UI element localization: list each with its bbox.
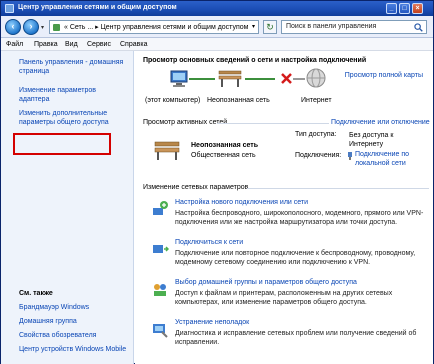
back-button[interactable]: ‹ — [5, 19, 21, 35]
internet-globe-icon — [306, 68, 326, 88]
connection-line-3 — [293, 78, 305, 80]
see-also-homegroup[interactable]: Домашняя группа — [19, 317, 77, 326]
task-description: Доступ к файлам и принтерам, расположенн… — [175, 290, 393, 306]
task-label[interactable]: Выбор домашней группы и параметров общег… — [175, 279, 357, 286]
access-type-value: Без доступа к Интернету — [349, 132, 394, 148]
search-icon[interactable] — [414, 23, 423, 32]
menu-bar: Файл Правка Вид Сервис Справка — [1, 38, 433, 51]
connections-label: Подключения: — [295, 152, 342, 159]
task-label[interactable]: Подключиться к сети — [175, 239, 243, 246]
address-field[interactable]: « Сеть ... ▸ Центр управления сетями и о… — [49, 20, 259, 34]
menu-view[interactable]: Вид — [65, 41, 78, 48]
chevron-down-icon[interactable]: ▾ — [252, 23, 255, 30]
network-folder-icon — [53, 24, 60, 31]
divider — [247, 188, 429, 189]
sidebar: Панель управления - домашняя страница Из… — [1, 51, 134, 364]
menu-help[interactable]: Справка — [120, 41, 147, 48]
highlight-box — [13, 133, 111, 155]
minimize-button[interactable]: _ — [386, 3, 397, 14]
task-connect-to-network[interactable]: Подключиться к сети Подключение или повт… — [151, 239, 431, 271]
divider — [217, 123, 329, 124]
forward-button[interactable]: › — [23, 19, 39, 35]
address-path: « Сеть ... ▸ Центр управления сетями и о… — [64, 24, 249, 31]
task-label[interactable]: Устранение неполадок — [175, 319, 249, 326]
search-input[interactable]: Поиск в панели управления — [281, 20, 427, 34]
menu-file[interactable]: Файл — [6, 41, 23, 48]
window: Центр управления сетями и общим доступом… — [0, 0, 434, 364]
task-description: Подключение или повторное подключение к … — [175, 250, 416, 266]
search-placeholder: Поиск в панели управления — [286, 23, 377, 30]
sidebar-item-sharing-settings[interactable]: Изменить дополнительные параметры общего… — [19, 109, 129, 127]
connect-network-icon — [153, 245, 169, 253]
bench-icon — [218, 70, 242, 87]
recent-pages-dropdown[interactable]: ▾ — [41, 24, 44, 31]
sidebar-item-home[interactable]: Панель управления - домашняя страница — [19, 58, 127, 76]
menu-edit[interactable]: Правка — [34, 41, 58, 48]
maximize-button[interactable]: □ — [399, 3, 410, 14]
see-also-internet-options[interactable]: Свойства обозревателя — [19, 331, 96, 340]
window-title: Центр управления сетями и общим доступом — [18, 4, 177, 11]
troubleshoot-icon — [153, 324, 168, 338]
connection-line-2 — [245, 78, 275, 80]
address-toolbar: ‹ › ▾ « Сеть ... ▸ Центр управления сетя… — [1, 16, 433, 38]
task-new-connection[interactable]: Настройка нового подключения или сети На… — [151, 199, 431, 231]
change-settings-title: Изменение сетевых параметров — [143, 184, 249, 191]
page-title: Просмотр основных сведений о сети и наст… — [143, 57, 367, 64]
task-label[interactable]: Настройка нового подключения или сети — [175, 199, 308, 206]
no-connection-icon — [281, 73, 292, 84]
unidentified-network-label: Неопознанная сеть — [207, 97, 270, 104]
close-button[interactable]: × — [412, 3, 423, 14]
task-description: Диагностика и исправление сетевых пробле… — [175, 330, 417, 346]
public-network-bench-icon — [154, 141, 180, 160]
refresh-button[interactable]: ↻ — [263, 20, 277, 34]
see-also-title: См. также — [19, 290, 53, 297]
new-connection-icon — [153, 201, 168, 215]
computer-icon — [170, 70, 188, 87]
active-network-type[interactable]: Общественная сеть — [191, 152, 256, 159]
network-center-icon — [5, 4, 14, 13]
task-homegroup-sharing[interactable]: Выбор домашней группы и параметров общег… — [151, 279, 431, 311]
this-computer-label: (этот компьютер) — [145, 97, 201, 104]
connect-disconnect-link[interactable]: Подключение или отключение — [331, 119, 430, 126]
active-networks-title: Просмотр активных сетей — [143, 119, 228, 126]
active-network-name: Неопознанная сеть — [191, 142, 259, 149]
access-type-label: Тип доступа: — [295, 131, 337, 138]
task-description: Настройка беспроводного, широкополосного… — [175, 210, 424, 226]
lan-connection-icon — [348, 152, 352, 160]
connection-line-1 — [189, 78, 215, 80]
homegroup-icon — [154, 284, 166, 296]
internet-label: Интернет — [301, 97, 332, 104]
task-troubleshoot[interactable]: Устранение неполадок Диагностика и испра… — [151, 319, 431, 351]
title-bar: Центр управления сетями и общим доступом… — [1, 1, 433, 16]
menu-tools[interactable]: Сервис — [87, 41, 111, 48]
main-content: Просмотр основных сведений о сети и наст… — [135, 51, 433, 364]
see-also-mobile-center[interactable]: Центр устройств Windows Mobile — [19, 345, 126, 354]
lan-connection-link[interactable]: Подключение по локальной сети — [355, 150, 431, 168]
sidebar-item-adapter-settings[interactable]: Изменение параметров адаптера — [19, 86, 111, 104]
full-map-link[interactable]: Просмотр полной карты — [345, 72, 423, 79]
see-also-firewall[interactable]: Брандмауэр Windows — [19, 303, 89, 312]
